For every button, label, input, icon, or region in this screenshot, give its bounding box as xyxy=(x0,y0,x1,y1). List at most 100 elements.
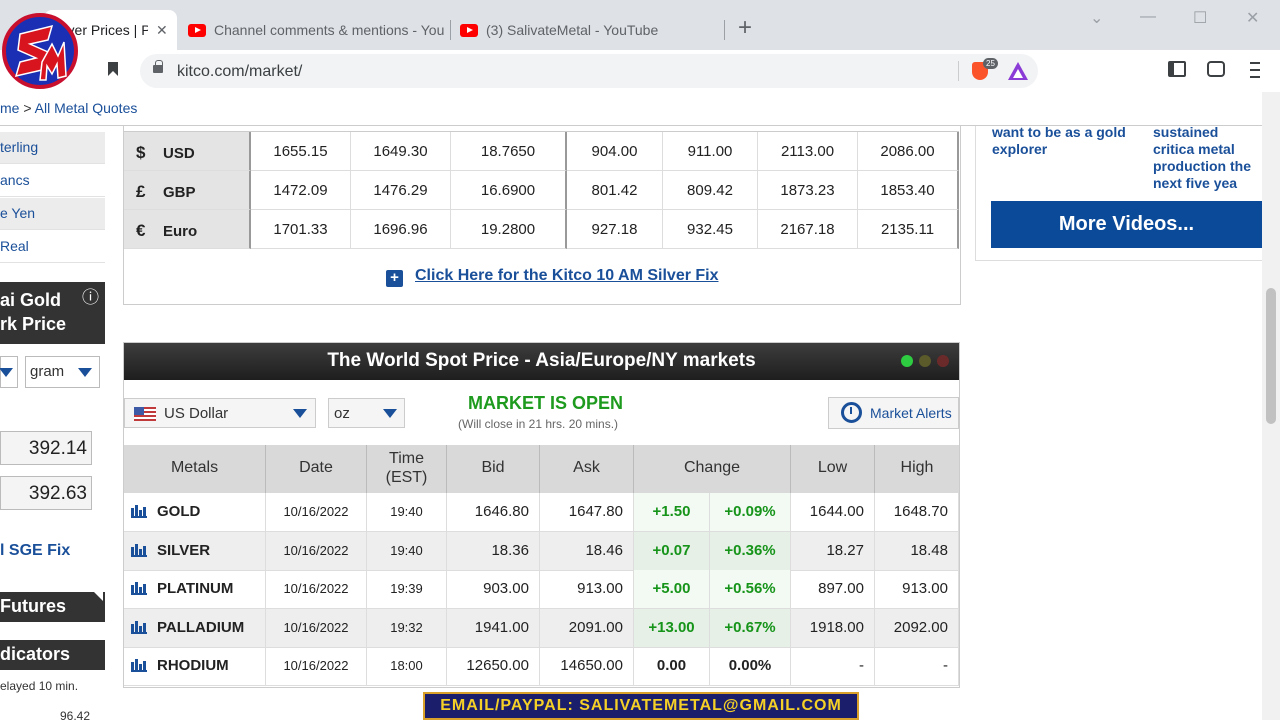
ask-cell: 18.46 xyxy=(540,531,634,570)
menu-icon[interactable] xyxy=(1250,62,1260,78)
video-title-1[interactable]: want to be as a gold explorer xyxy=(992,126,1132,158)
url-text[interactable]: kitco.com/market/ xyxy=(177,63,302,81)
tab-search-chevron-icon[interactable]: ⌄ xyxy=(1090,8,1103,28)
col-header-time: Time (EST) xyxy=(367,445,447,493)
time-cell: 19:32 xyxy=(367,608,447,647)
fix-value-cell: 809.42 xyxy=(663,171,758,210)
scrollbar-thumb[interactable] xyxy=(1266,288,1276,424)
col-header-label: Time xyxy=(389,450,424,467)
fix-value-cell: 19.2800 xyxy=(451,210,567,249)
currency-link-francs[interactable]: ancs xyxy=(0,165,105,197)
currency-link-yen[interactable]: e Yen xyxy=(0,198,105,230)
close-window-button[interactable]: ✕ xyxy=(1246,8,1259,28)
currency-link-real[interactable]: Real xyxy=(0,231,105,263)
metal-name-cell[interactable]: GOLD xyxy=(124,493,266,531)
chart-bars-icon[interactable] xyxy=(131,620,147,634)
metal-name[interactable]: GOLD xyxy=(157,503,200,520)
more-videos-button[interactable]: More Videos... xyxy=(991,201,1262,248)
page-scrollbar[interactable] xyxy=(1262,92,1280,720)
currency-cell: € Euro xyxy=(124,210,251,249)
new-tab-button[interactable]: + xyxy=(738,14,752,42)
bookmark-icon[interactable] xyxy=(108,62,118,76)
col-header-label: (EST) xyxy=(385,469,428,486)
lock-icon[interactable] xyxy=(153,60,163,73)
breadcrumb-current-link[interactable]: All Metal Quotes xyxy=(35,100,138,116)
currency-link-sterling[interactable]: terling xyxy=(0,132,105,164)
fix-value-cell: 1853.40 xyxy=(858,171,959,210)
omnibox-divider xyxy=(958,61,959,81)
date-cell: 10/16/2022 xyxy=(266,570,367,609)
sge-fix-link[interactable]: l SGE Fix xyxy=(0,542,70,560)
address-bar[interactable]: kitco.com/market/ 25 xyxy=(140,54,1038,88)
low-cell: 897.00 xyxy=(791,570,875,609)
maximize-button[interactable]: ☐ xyxy=(1193,8,1207,28)
ask-cell: 1647.80 xyxy=(540,493,634,531)
fix-value-cell: 932.45 xyxy=(663,210,758,249)
table-row[interactable]: SILVER 10/16/2022 19:40 18.36 18.46 +0.07 +0.3… xyxy=(124,531,959,571)
table-row[interactable]: PALLADIUM 10/16/2022 19:32 1941.00 2091.00 +1… xyxy=(124,608,959,648)
metal-name-cell[interactable]: PLATINUM xyxy=(124,570,266,609)
metal-name[interactable]: PALLADIUM xyxy=(157,619,244,636)
brave-rewards-icon[interactable] xyxy=(1008,62,1028,80)
video-title-2[interactable]: sustained critica metal production the n… xyxy=(1153,126,1262,192)
breadcrumb-home-link[interactable]: me xyxy=(0,100,19,116)
pct-cell: +0.67% xyxy=(710,608,791,647)
info-icon[interactable]: ⓘ xyxy=(82,286,99,310)
minimize-button[interactable]: — xyxy=(1140,8,1156,26)
chart-bars-icon[interactable] xyxy=(131,505,147,518)
unit-select-value: oz xyxy=(334,405,350,422)
silver-fix-row: € Euro 1701.33 1696.96 19.2800 927.18 932.45 21… xyxy=(124,210,959,249)
metal-name-cell[interactable]: PALLADIUM xyxy=(124,608,266,647)
pct-cell: +0.56% xyxy=(710,570,791,609)
chart-bars-icon[interactable] xyxy=(131,582,147,596)
table-row[interactable]: PLATINUM 10/16/2022 19:39 903.00 913.00 +5.00… xyxy=(124,570,959,610)
pct-cell: +0.09% xyxy=(710,493,791,531)
col-header-high: High xyxy=(875,445,959,493)
page-content: terling ancs e Yen Real ai Gold rk Price… xyxy=(0,126,1262,720)
right-panel-border-bottom xyxy=(975,260,1262,261)
silver-fix-link[interactable]: Click Here for the Kitco 10 AM Silver Fi… xyxy=(415,267,719,285)
metal-name[interactable]: PLATINUM xyxy=(157,580,233,597)
fix-value-cell: 1472.09 xyxy=(251,171,351,210)
shanghai-price-2: 392.63 xyxy=(0,476,92,510)
market-close-note: (Will close in 21 hrs. 20 mins.) xyxy=(458,417,619,431)
unit-select[interactable]: oz xyxy=(328,398,405,428)
plus-icon[interactable]: + xyxy=(386,270,403,287)
currency-select[interactable]: US Dollar xyxy=(124,398,316,428)
metal-name-cell[interactable]: SILVER xyxy=(124,531,266,570)
market-alerts-label: Market Alerts xyxy=(870,405,952,421)
unit-dropdown-value: gram xyxy=(30,363,65,380)
silver-fix-row: $ USD 1655.15 1649.30 18.7650 904.00 911.00 211… xyxy=(124,132,959,171)
fix-value-cell: 904.00 xyxy=(567,132,663,171)
col-header-label: Date xyxy=(299,459,333,476)
dropdown-arrow-icon xyxy=(78,368,92,377)
tab-channel-comments[interactable]: Channel comments & mentions - You xyxy=(178,10,448,50)
sidebar-icon[interactable] xyxy=(1168,61,1186,77)
tab-close-icon[interactable]: ✕ xyxy=(156,22,168,39)
metal-name-cell[interactable]: RHODIUM xyxy=(124,647,266,686)
futures-header[interactable]: Futures xyxy=(0,592,105,622)
high-cell: - xyxy=(875,647,959,686)
chart-bars-icon[interactable] xyxy=(131,659,147,673)
unit-dropdown[interactable]: gram xyxy=(25,356,100,388)
fix-value-cell: 2113.00 xyxy=(758,132,858,171)
table-row[interactable]: GOLD 10/16/2022 19:40 1646.80 1647.80 +1.50 +0… xyxy=(124,493,959,532)
ask-cell: 913.00 xyxy=(540,570,634,609)
youtube-icon xyxy=(188,23,206,37)
currency-dropdown[interactable] xyxy=(0,356,18,388)
low-cell: 1644.00 xyxy=(791,493,875,531)
red-dot-icon xyxy=(937,355,949,367)
fix-value-cell: 927.18 xyxy=(567,210,663,249)
time-cell: 19:39 xyxy=(367,570,447,609)
shanghai-gold-header: ai Gold rk Price ⓘ xyxy=(0,282,105,344)
chart-bars-icon[interactable] xyxy=(131,543,147,557)
wallet-icon[interactable] xyxy=(1207,61,1225,77)
market-alerts-button[interactable]: Market Alerts xyxy=(828,397,959,429)
currency-label: USD xyxy=(163,145,195,162)
metal-name[interactable]: RHODIUM xyxy=(157,657,229,674)
tab-salivatemetal[interactable]: (3) SalivateMetal - YouTube xyxy=(450,10,720,50)
table-row[interactable]: RHODIUM 10/16/2022 18:00 12650.00 14650.00 0.… xyxy=(124,647,959,687)
email-banner: EMAIL/PAYPAL: SALIVATEMETAL@GMAIL.COM xyxy=(423,692,859,720)
metal-name[interactable]: SILVER xyxy=(157,542,210,559)
col-header-label: Metals xyxy=(170,459,219,476)
